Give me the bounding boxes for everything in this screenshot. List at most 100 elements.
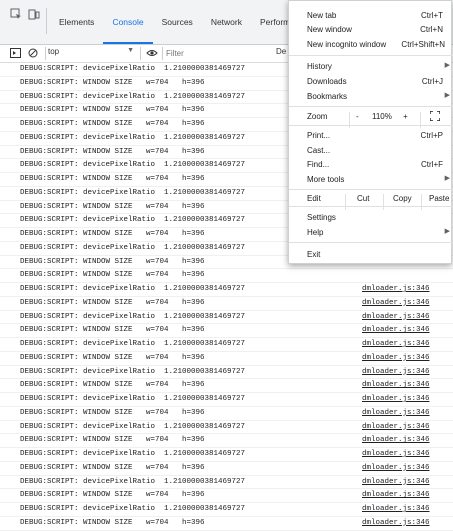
console-message-text: DEBUG:SCRIPT: WINDOW SIZE w=704 h=396 [20, 463, 205, 472]
toolbar-divider [45, 47, 46, 60]
device-toolbar-icon[interactable] [26, 6, 42, 22]
submenu-arrow-icon: ▶ [444, 228, 450, 235]
console-message-row: DEBUG:SCRIPT: WINDOW SIZE w=704 h=396 dml… [0, 324, 453, 338]
console-message-text: DEBUG:SCRIPT: WINDOW SIZE w=704 h=396 [20, 298, 205, 307]
menu-item-cast[interactable]: Cast... [289, 143, 453, 157]
menu-item-find[interactable]: Find... Ctrl+F [289, 157, 453, 171]
cut-button[interactable]: Cut [357, 194, 369, 203]
console-source-link[interactable]: dmloader.js:346 [362, 478, 430, 486]
edit-divider [345, 194, 346, 210]
menu-item-downloads[interactable]: Downloads Ctrl+J [289, 74, 453, 88]
console-message-row: DEBUG:SCRIPT: devicePixelRatio 1.2100000… [0, 421, 453, 435]
console-message-row: DEBUG:SCRIPT: WINDOW SIZE w=704 h=396 [0, 269, 453, 283]
tabbar-divider [46, 8, 47, 34]
console-source-link[interactable]: dmloader.js:346 [362, 340, 430, 348]
edit-label: Edit [307, 194, 321, 203]
console-message-text: DEBUG:SCRIPT: WINDOW SIZE w=704 h=396 [20, 271, 205, 280]
fullscreen-icon[interactable] [429, 110, 441, 123]
console-source-link[interactable]: dmloader.js:346 [362, 395, 430, 403]
console-message-text: DEBUG:SCRIPT: WINDOW SIZE w=704 h=396 [20, 175, 205, 183]
tab-network[interactable]: Network [202, 0, 251, 44]
menu-item-new-tab[interactable]: New tab Ctrl+T [289, 8, 453, 22]
console-message-text: DEBUG:SCRIPT: devicePixelRatio 1.2100000… [20, 243, 246, 252]
menu-item-help[interactable]: Help ▶ [289, 225, 453, 239]
tab-elements[interactable]: Elements [50, 0, 103, 44]
console-message-row: DEBUG:SCRIPT: devicePixelRatio 1.2100000… [0, 448, 453, 462]
menu-item-exit[interactable]: Exit [289, 247, 453, 261]
console-message-text: DEBUG:SCRIPT: devicePixelRatio 1.2100000… [20, 285, 246, 293]
menu-separator [289, 55, 453, 56]
menu-item-new-incognito-window[interactable]: New incognito window Ctrl+Shift+N [289, 37, 453, 51]
chrome-main-menu: New tab Ctrl+T New window Ctrl+N New inc… [288, 0, 453, 264]
menu-item-new-window[interactable]: New window Ctrl+N [289, 22, 453, 36]
menu-separator [289, 206, 453, 207]
console-message-row: DEBUG:SCRIPT: devicePixelRatio 1.2100000… [0, 338, 453, 352]
console-source-link[interactable]: dmloader.js:346 [362, 313, 430, 321]
inspect-element-icon[interactable] [8, 6, 24, 22]
console-message-text: DEBUG:SCRIPT: WINDOW SIZE w=704 h=396 [20, 353, 205, 362]
console-message-text: DEBUG:SCRIPT: devicePixelRatio 1.2100000… [20, 188, 246, 197]
console-source-link[interactable]: dmloader.js:346 [362, 381, 430, 389]
console-message-row: DEBUG:SCRIPT: WINDOW SIZE w=704 h=396 dml… [0, 297, 453, 311]
menu-item-settings[interactable]: Settings [289, 210, 453, 224]
console-source-link[interactable]: dmloader.js:346 [362, 299, 430, 307]
filter-input[interactable] [166, 47, 274, 59]
menu-item-more-tools[interactable]: More tools ▶ [289, 172, 453, 186]
console-message-row: DEBUG:SCRIPT: devicePixelRatio 1.2100000… [0, 393, 453, 407]
console-message-text: DEBUG:SCRIPT: devicePixelRatio 1.2100000… [20, 477, 246, 486]
log-levels-dropdown[interactable]: De [276, 47, 286, 56]
zoom-label: Zoom [307, 112, 328, 121]
menu-item-history[interactable]: History ▶ [289, 59, 453, 73]
show-sidebar-icon[interactable] [8, 46, 22, 60]
console-source-link[interactable]: dmloader.js:346 [362, 285, 430, 293]
context-label: top [48, 47, 60, 56]
zoom-out-button[interactable]: - [356, 112, 359, 121]
menu-item-bookmarks[interactable]: Bookmarks ▶ [289, 89, 453, 103]
zoom-in-button[interactable]: + [403, 112, 408, 121]
toolbar-divider [140, 47, 141, 60]
console-message-text: DEBUG:SCRIPT: WINDOW SIZE w=704 h=396 [20, 106, 205, 115]
console-source-link[interactable]: dmloader.js:346 [362, 491, 430, 499]
tab-console[interactable]: Console [103, 0, 153, 44]
console-source-link[interactable]: dmloader.js:346 [362, 368, 430, 376]
paste-button[interactable]: Paste [429, 194, 449, 203]
console-source-link[interactable]: dmloader.js:346 [362, 423, 430, 431]
toolbar-divider [162, 47, 163, 60]
menu-item-print[interactable]: Print... Ctrl+P [289, 128, 453, 142]
console-message-row: DEBUG:SCRIPT: WINDOW SIZE w=704 h=396 dml… [0, 352, 453, 366]
context-selector[interactable]: top ▼ [48, 47, 136, 59]
console-message-text: DEBUG:SCRIPT: WINDOW SIZE w=704 h=396 [20, 202, 205, 211]
console-message-row: DEBUG:SCRIPT: devicePixelRatio 1.2100000… [0, 311, 453, 325]
console-message-text: DEBUG:SCRIPT: WINDOW SIZE w=704 h=396 [20, 518, 205, 527]
console-message-text: DEBUG:SCRIPT: WINDOW SIZE w=704 h=396 [20, 78, 205, 87]
console-message-row: DEBUG:SCRIPT: WINDOW SIZE w=704 h=396 dml… [0, 517, 453, 531]
submenu-arrow-icon: ▶ [444, 62, 450, 69]
console-message-text: DEBUG:SCRIPT: devicePixelRatio 1.2100000… [20, 65, 246, 73]
console-source-link[interactable]: dmloader.js:346 [362, 436, 430, 444]
submenu-arrow-icon: ▶ [444, 175, 450, 182]
console-message-text: DEBUG:SCRIPT: devicePixelRatio 1.2100000… [20, 395, 246, 403]
menu-separator [289, 106, 453, 107]
copy-button[interactable]: Copy [393, 194, 412, 203]
clear-console-icon[interactable] [26, 46, 40, 60]
menu-zoom-row: Zoom - 110% + [289, 108, 453, 128]
console-message-row: DEBUG:SCRIPT: WINDOW SIZE w=704 h=396 dml… [0, 462, 453, 476]
live-expression-eye-icon[interactable] [145, 46, 159, 60]
console-message-text: DEBUG:SCRIPT: devicePixelRatio 1.2100000… [20, 505, 246, 513]
console-source-link[interactable]: dmloader.js:346 [362, 409, 430, 417]
tab-sources[interactable]: Sources [153, 0, 202, 44]
console-source-link[interactable]: dmloader.js:346 [362, 354, 430, 362]
console-source-link[interactable]: dmloader.js:346 [362, 519, 430, 527]
console-message-row: DEBUG:SCRIPT: WINDOW SIZE w=704 h=396 dml… [0, 407, 453, 421]
dropdown-arrow-icon: ▼ [127, 47, 134, 54]
console-source-link[interactable]: dmloader.js:346 [362, 505, 430, 513]
console-message-text: DEBUG:SCRIPT: devicePixelRatio 1.2100000… [20, 216, 246, 225]
console-source-link[interactable]: dmloader.js:346 [362, 326, 430, 334]
console-message-text: DEBUG:SCRIPT: devicePixelRatio 1.2100000… [20, 367, 246, 376]
menu-edit-row: Edit Cut Copy Paste [289, 190, 453, 210]
zoom-level: 110% [372, 112, 392, 121]
console-source-link[interactable]: dmloader.js:346 [362, 464, 430, 472]
console-message-text: DEBUG:SCRIPT: WINDOW SIZE w=704 h=396 [20, 408, 205, 417]
console-source-link[interactable]: dmloader.js:346 [362, 450, 430, 458]
console-message-text: DEBUG:SCRIPT: devicePixelRatio 1.2100000… [20, 312, 246, 321]
